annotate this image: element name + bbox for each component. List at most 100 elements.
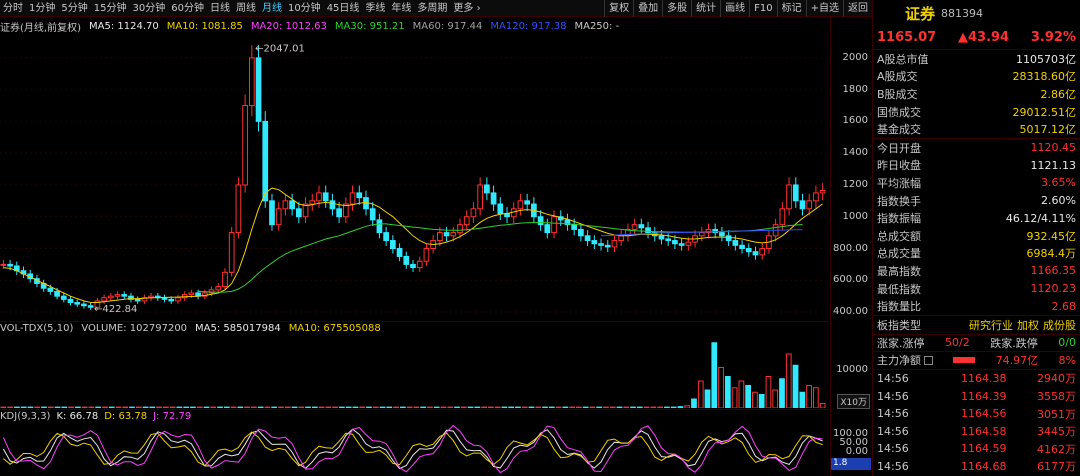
- volume-bar: [582, 406, 589, 408]
- kdj-chart[interactable]: [0, 423, 830, 476]
- volume-bar: [190, 406, 196, 408]
- volume-bar: [548, 406, 555, 408]
- candlestick-chart[interactable]: ←2047.01 ←422.84: [0, 34, 830, 320]
- kdj-k-line: [2, 428, 823, 470]
- candle-body: [470, 208, 477, 218]
- volume-bar: [718, 367, 724, 408]
- toolbar-button[interactable]: 统计: [691, 0, 720, 17]
- volume-bar: [630, 406, 636, 408]
- volume-bar: [339, 406, 345, 408]
- stat-row: 最高指数 1166.35: [877, 264, 1076, 278]
- toolbar-button[interactable]: 标记: [776, 0, 806, 17]
- volume-bar: [61, 406, 68, 408]
- volume-bar: [806, 385, 812, 408]
- volume-bar: [623, 406, 630, 408]
- candle-body: [638, 224, 645, 229]
- candle-body: [477, 184, 484, 210]
- volume-bar: [264, 406, 271, 408]
- candle-body: [524, 200, 531, 205]
- candle-body: [275, 208, 282, 226]
- period-tab[interactable]: 30分钟: [129, 0, 168, 17]
- candle-body: [376, 219, 383, 234]
- volume-bar: [359, 406, 366, 408]
- volume-bar: [413, 406, 420, 408]
- candle-body: [658, 235, 665, 240]
- candle-body: [618, 235, 625, 242]
- candle-body: [390, 240, 396, 250]
- toolbar-button[interactable]: 复权: [604, 0, 633, 17]
- candle-body: [779, 208, 786, 226]
- volume-bar: [670, 406, 677, 408]
- candle-body: [175, 297, 181, 302]
- price-tick-label: 1400: [842, 147, 868, 159]
- ma5-label: MA5: 1124.70: [88, 20, 159, 32]
- board-industry-link[interactable]: 研究行业: [969, 317, 1013, 333]
- period-tab[interactable]: 分时: [0, 0, 26, 17]
- period-tab[interactable]: 多周期: [414, 0, 450, 17]
- last-price: 1165.07: [877, 30, 937, 45]
- period-tab[interactable]: 45日线: [324, 0, 363, 17]
- tick-row: 14:56 1164.59 4162万: [877, 442, 1076, 456]
- period-tab[interactable]: 周线: [233, 0, 259, 17]
- volume-bar: [576, 406, 582, 408]
- period-tab[interactable]: 1分钟: [26, 0, 58, 17]
- price-axis: 400.00 600.00 800.00 1000 1200 1400 1600 1800 20…: [830, 18, 872, 476]
- candle-body: [457, 224, 463, 234]
- kdj-k: K: 66.78: [56, 411, 99, 422]
- candle-body: [732, 240, 739, 246]
- tick-list[interactable]: 14:56 1164.38 2940万 14:56 1164.39 3558万 14:56 1…: [873, 368, 1080, 476]
- volume-bar: [122, 406, 129, 408]
- ma120-label: MA120: 917.38: [490, 20, 567, 32]
- board-members-link[interactable]: 成份股: [1043, 317, 1076, 333]
- volume-bar: [609, 406, 616, 408]
- period-tab[interactable]: 年线: [388, 0, 414, 17]
- volume-bar: [542, 406, 548, 408]
- toolbar-button[interactable]: 叠加: [633, 0, 662, 17]
- period-tab[interactable]: 月线: [259, 0, 285, 17]
- market-stats: A股总市值 1105703亿 A股成交 28318.60亿 B股成交 2.86亿 国债成交 2…: [873, 50, 1080, 138]
- fund-menu-icon[interactable]: [924, 355, 933, 365]
- volume-chart[interactable]: [0, 336, 830, 408]
- candle-body: [316, 192, 322, 202]
- toolbar-button[interactable]: 画线: [720, 0, 749, 17]
- updown-row: 涨家.涨停 50/2 跌家.跌停 0/0: [873, 333, 1080, 352]
- volume-bar: [745, 385, 752, 408]
- toolbar-button[interactable]: F10: [749, 0, 776, 17]
- volume-bar: [0, 406, 7, 408]
- toolbar-button[interactable]: 返回: [843, 0, 872, 17]
- toolbar-button[interactable]: +自选: [805, 0, 843, 17]
- volume-bar: [217, 406, 223, 408]
- candle-body: [698, 232, 705, 237]
- period-tab[interactable]: 60分钟: [168, 0, 207, 17]
- period-tab[interactable]: 10分钟: [285, 0, 324, 17]
- candle-body: [551, 216, 557, 234]
- price-tick-label: 800.00: [833, 242, 868, 254]
- candle-body: [60, 295, 67, 300]
- volume-bar: [487, 406, 494, 408]
- volume-bar: [664, 406, 670, 408]
- kdj-selected-value: 1.8: [831, 458, 871, 470]
- period-tab[interactable]: 15分钟: [91, 0, 130, 17]
- volume-bar: [643, 406, 650, 408]
- price-row: 1165.07 ▲43.94 3.92%: [873, 26, 1080, 50]
- volume-bar: [758, 394, 765, 408]
- volume-bar: [379, 406, 386, 408]
- period-tab[interactable]: 季线: [362, 0, 388, 17]
- board-weight-link[interactable]: 加权: [1017, 317, 1039, 333]
- stat-row: 昨日收盘 1121.13: [877, 158, 1076, 173]
- candle-body: [631, 224, 638, 230]
- volume-bar: [237, 406, 244, 408]
- period-tab[interactable]: 更多 ›: [450, 0, 483, 17]
- period-toolbar: 分时 1分钟 5分钟 15分钟 30分钟 60分钟 日线 周线 月线 10分钟 45日线 季线 年线 多周…: [0, 0, 872, 17]
- period-tab[interactable]: 日线: [207, 0, 233, 17]
- candle-body: [215, 286, 222, 291]
- volume-bar: [366, 406, 372, 408]
- candle-body: [463, 216, 470, 226]
- price-tick-label: 1600: [842, 115, 868, 127]
- candle-body: [423, 248, 430, 262]
- period-tab[interactable]: 5分钟: [58, 0, 90, 17]
- candle-body: [437, 232, 443, 242]
- toolbar-button[interactable]: 多股: [662, 0, 691, 17]
- stat-row: 总成交量 6984.4万: [877, 247, 1076, 261]
- volume-bar: [278, 406, 284, 408]
